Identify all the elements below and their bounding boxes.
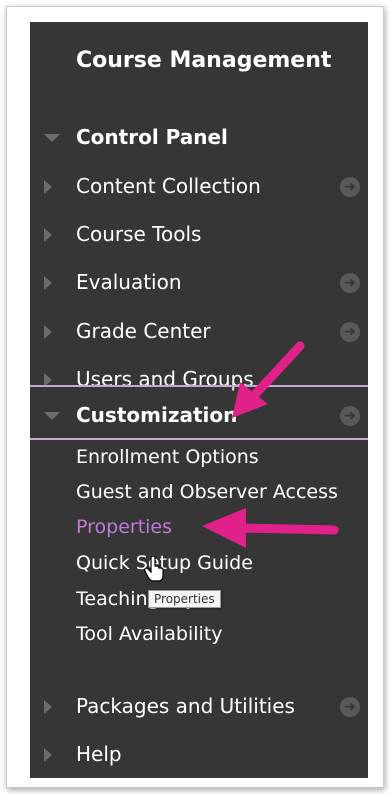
annotation-arrow-icon: [232, 341, 305, 418]
annotation-overlay: [202, 341, 339, 548]
annotation-arrow-icon: [202, 508, 339, 548]
